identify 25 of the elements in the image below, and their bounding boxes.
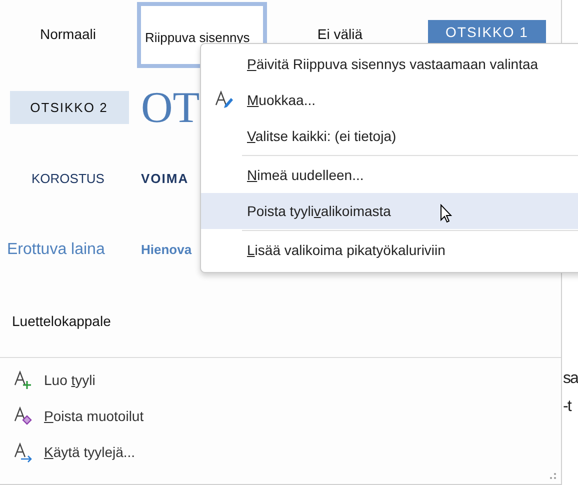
command-link[interactable]: Käytä tyylejä... bbox=[44, 444, 136, 460]
style-tile[interactable]: Erottuva laina bbox=[7, 240, 105, 259]
menu-item[interactable]: Nimeä uudelleen... bbox=[201, 157, 578, 193]
letter-a-pencil-icon bbox=[214, 90, 234, 110]
letter-a-eraser-icon bbox=[13, 406, 33, 426]
command-link[interactable]: Poista muotoilut bbox=[44, 408, 144, 424]
document-text: sa bbox=[563, 370, 578, 388]
letter-a-arrow-icon bbox=[13, 442, 33, 462]
style-tile[interactable]: Normaali bbox=[3, 2, 133, 68]
mouse-pointer-icon bbox=[440, 204, 452, 223]
document-text: -t bbox=[563, 398, 572, 416]
style-tile[interactable]: Hienova bbox=[141, 242, 192, 258]
resize-grip-icon[interactable] bbox=[549, 472, 557, 480]
style-tile[interactable]: Luettelokappale bbox=[3, 288, 133, 354]
menu-item[interactable]: Muokkaa... bbox=[201, 82, 578, 118]
style-tile[interactable]: KOROSTUS bbox=[32, 170, 104, 186]
command-link[interactable]: Luo tyyli bbox=[44, 372, 96, 388]
style-tile[interactable]: OTSIKKO 1 bbox=[428, 20, 546, 44]
style-tile[interactable]: VOIMA bbox=[141, 170, 189, 186]
menu-item[interactable]: Poista tyylivalikoimasta bbox=[201, 193, 578, 229]
menu-item[interactable]: Lisää valikoima pikatyökaluriviin bbox=[201, 232, 578, 268]
style-tile[interactable]: OT bbox=[141, 82, 200, 133]
menu-item[interactable]: Valitse kaikki: (ei tietoja) bbox=[201, 118, 578, 154]
style-tile[interactable]: OTSIKKO 2 bbox=[10, 90, 128, 124]
letter-a-plus-icon bbox=[13, 370, 33, 390]
